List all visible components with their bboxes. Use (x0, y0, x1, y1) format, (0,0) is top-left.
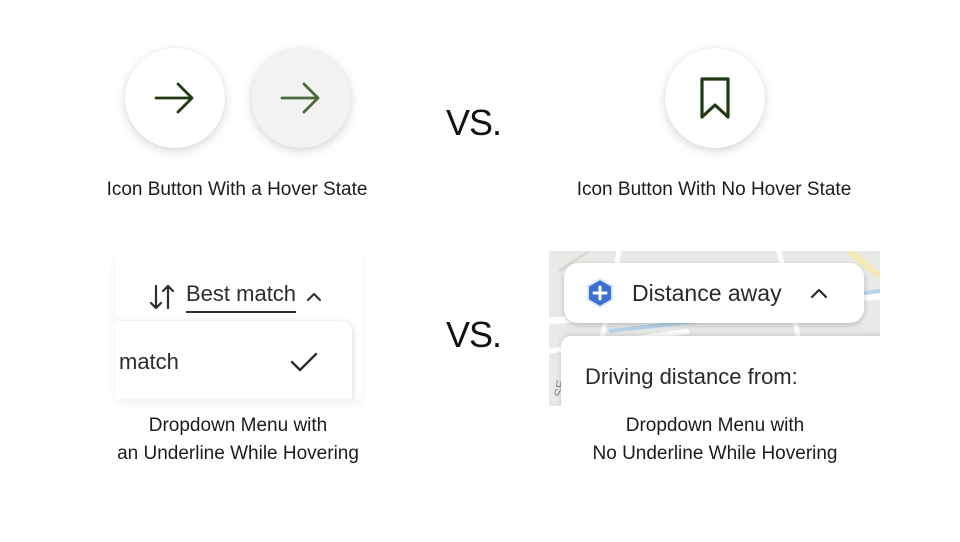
driving-distance-label: Driving distance from: (585, 364, 798, 389)
hexagon-plus-icon (587, 277, 613, 309)
sort-dropdown-trigger[interactable]: Best match (148, 277, 322, 317)
sort-arrows-icon (149, 284, 175, 310)
dropdown-no-underline-card: SE Distance away Driving distance from: (549, 251, 880, 406)
arrow-right-icon (280, 82, 320, 114)
vs-label-bottom: VS. (446, 314, 502, 355)
distance-dropdown-label: Distance away (632, 279, 782, 306)
caption-underline-dropdown: Dropdown Menu with an Underline While Ho… (88, 412, 388, 468)
checkmark-icon (290, 352, 318, 372)
vs-label-top: VS. (446, 102, 502, 143)
caption-line-2: an Underline While Hovering (117, 443, 359, 464)
arrow-button-default[interactable] (125, 48, 225, 148)
caption-no-hover-state: Icon Button With No Hover State (576, 179, 852, 200)
bookmark-button[interactable] (665, 48, 765, 148)
caption-no-underline-dropdown: Dropdown Menu with No Underline While Ho… (555, 412, 875, 468)
arrow-button-hover[interactable] (251, 48, 351, 148)
chevron-up-icon (307, 293, 322, 301)
sort-dropdown-label: Best match (186, 281, 297, 313)
arrow-right-icon (154, 82, 194, 114)
sort-dropdown-menu: match (116, 321, 352, 399)
distance-dropdown-panel: Driving distance from: (561, 336, 880, 406)
chevron-up-icon (810, 288, 827, 299)
bookmark-icon (700, 77, 730, 119)
caption-hover-state: Icon Button With a Hover State (106, 179, 368, 200)
caption-line-1: Dropdown Menu with (625, 415, 805, 436)
caption-line-2: No Underline While Hovering (592, 443, 838, 464)
menu-item-match[interactable]: match (119, 349, 179, 375)
caption-line-1: Dropdown Menu with (148, 415, 328, 436)
dropdown-underline-card: Best match match (116, 251, 361, 399)
distance-dropdown-trigger[interactable]: Distance away (564, 263, 864, 323)
